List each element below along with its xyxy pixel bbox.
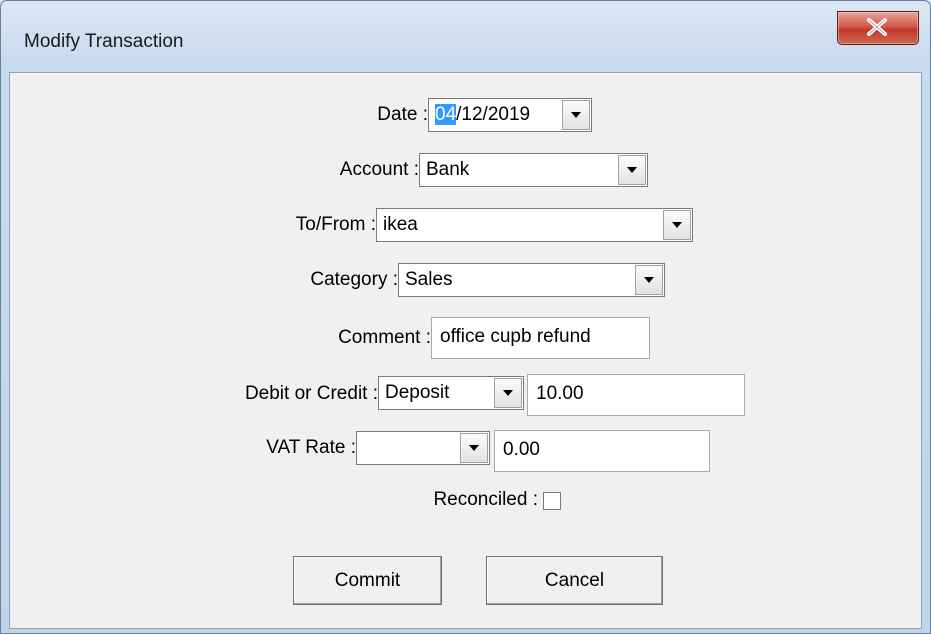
reconciled-label: Reconciled : bbox=[433, 489, 538, 510]
to-from-value: ikea bbox=[383, 214, 418, 235]
category-label: Category : bbox=[310, 269, 398, 290]
chevron-down-icon bbox=[644, 277, 654, 283]
commit-button[interactable]: Commit bbox=[293, 556, 442, 605]
form-panel: Date : 04/12/2019 Account : Bank To/From… bbox=[9, 72, 922, 629]
date-dropdown-button[interactable] bbox=[562, 100, 590, 130]
close-x-icon bbox=[867, 18, 887, 36]
vat-amount-value: 0.00 bbox=[503, 439, 540, 460]
date-value-rest: /12/2019 bbox=[456, 104, 531, 125]
vat-rate-label: VAT Rate : bbox=[266, 437, 356, 458]
debit-credit-type-select[interactable]: Deposit bbox=[378, 376, 524, 410]
debit-credit-dropdown-button[interactable] bbox=[494, 378, 522, 408]
comment-label: Comment : bbox=[338, 327, 431, 348]
debit-credit-amount-input[interactable]: 10.00 bbox=[527, 374, 745, 416]
account-label: Account : bbox=[339, 159, 419, 180]
dialog-window: Modify Transaction Date : 04/12/2019 Acc… bbox=[0, 0, 931, 634]
date-day-selection: 04 bbox=[435, 104, 457, 125]
to-from-label: To/From : bbox=[295, 214, 376, 235]
chevron-down-icon bbox=[571, 112, 581, 118]
debit-credit-label: Debit or Credit : bbox=[244, 383, 378, 404]
reconciled-checkbox[interactable] bbox=[543, 492, 561, 510]
chevron-down-icon bbox=[469, 445, 479, 451]
debit-credit-type-value: Deposit bbox=[385, 382, 450, 403]
chevron-down-icon bbox=[672, 222, 682, 228]
date-picker[interactable]: 04/12/2019 bbox=[428, 98, 592, 132]
to-from-select[interactable]: ikea bbox=[376, 208, 693, 242]
vat-amount-input[interactable]: 0.00 bbox=[494, 430, 710, 472]
title-bar[interactable]: Modify Transaction bbox=[1, 1, 930, 73]
comment-value: office cupb refund bbox=[440, 326, 591, 347]
date-value: 04/12/2019 bbox=[435, 104, 530, 126]
account-dropdown-button[interactable] bbox=[618, 155, 646, 185]
vat-rate-dropdown-button[interactable] bbox=[460, 433, 488, 463]
date-label: Date : bbox=[377, 104, 428, 125]
chevron-down-icon bbox=[627, 167, 637, 173]
debit-credit-amount-value: 10.00 bbox=[536, 383, 584, 404]
comment-input[interactable]: office cupb refund bbox=[431, 317, 650, 359]
vat-rate-select[interactable] bbox=[356, 431, 490, 465]
to-from-dropdown-button[interactable] bbox=[663, 210, 691, 240]
chevron-down-icon bbox=[503, 390, 513, 396]
close-button[interactable] bbox=[837, 11, 919, 45]
account-value: Bank bbox=[426, 159, 470, 180]
category-value: Sales bbox=[405, 269, 453, 290]
category-dropdown-button[interactable] bbox=[635, 265, 663, 295]
account-select[interactable]: Bank bbox=[419, 153, 648, 187]
category-select[interactable]: Sales bbox=[398, 263, 665, 297]
cancel-button[interactable]: Cancel bbox=[486, 556, 663, 605]
window-title: Modify Transaction bbox=[24, 31, 184, 52]
